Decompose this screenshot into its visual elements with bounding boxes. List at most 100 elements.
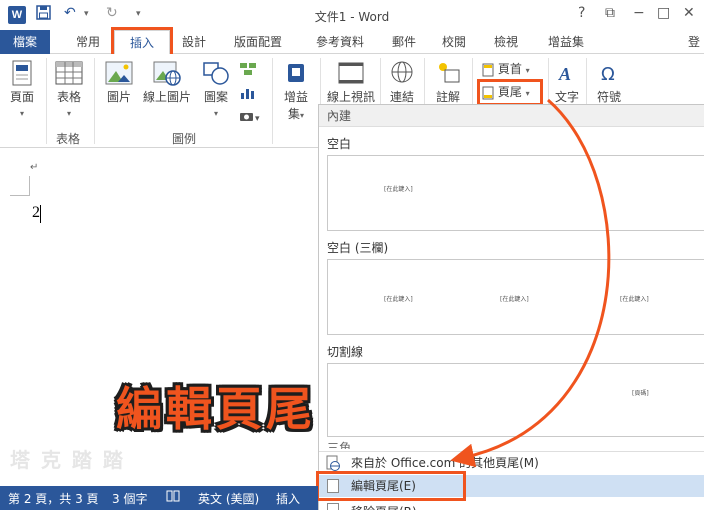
page-number-placeholder: [頁碼] (632, 390, 649, 397)
symbol-button[interactable]: Ω 符號 (592, 60, 626, 105)
tab-view[interactable]: 檢視 (484, 30, 528, 54)
textbox-label: 文字 (554, 90, 579, 104)
gallery-label-banded: 切割線 (327, 345, 364, 359)
maximize-button[interactable]: □ (657, 5, 670, 21)
chart-button[interactable] (238, 86, 258, 103)
store-icon (288, 64, 304, 82)
placeholder-text: [在此鍵入] (384, 296, 413, 303)
footer-gallery-dropdown: 內建 空白 [在此鍵入] 空白 (三欄) [在此鍵入] [在此鍵入] [在此鍵入… (318, 104, 704, 510)
smartart-icon (240, 63, 256, 75)
tab-home[interactable]: 常用 (62, 30, 114, 54)
tab-review[interactable]: 校閱 (432, 30, 476, 54)
window-title: 文件1 - Word (314, 10, 390, 24)
footer-option-blank[interactable]: [在此鍵入] (327, 155, 704, 231)
online-picture-icon (153, 61, 181, 86)
page-number-text[interactable]: 2 (32, 204, 40, 222)
svg-text:A: A (558, 64, 571, 84)
chevron-down-icon: ▾ (213, 109, 218, 118)
footer-option-banded[interactable]: [頁碼] (327, 363, 704, 437)
chevron-down-icon: ▾ (19, 109, 24, 118)
screenshot-button[interactable]: ▾ (238, 110, 264, 125)
page-label: 頁面 (9, 90, 34, 104)
online-picture-label: 線上圖片 (142, 90, 191, 104)
insert-tab-highlight (111, 27, 173, 57)
smartart-button[interactable] (238, 62, 258, 79)
word-count-status[interactable]: 3 個字 (112, 490, 147, 507)
svg-text:Ω: Ω (601, 64, 615, 85)
header-icon (482, 63, 494, 76)
chart-icon (241, 89, 254, 99)
illustrations-group-label: 圖例 (172, 132, 197, 146)
tab-addins[interactable]: 增益集 (536, 30, 596, 54)
tab-mailings[interactable]: 郵件 (382, 30, 426, 54)
page-button[interactable]: 頁面 ▾ (6, 60, 38, 119)
status-bar: 第 2 頁，共 3 頁 3 個字 英文 (美國) 插入 (0, 486, 318, 510)
tab-references[interactable]: 參考資料 (304, 30, 376, 54)
close-button[interactable]: ✕ (683, 5, 695, 21)
help-button[interactable]: ? (578, 5, 585, 21)
title-bar: W ↶ ▾ ↻ ▾ 文件1 - Word ? ⧉ − □ ✕ (0, 0, 704, 30)
gallery-label-facet: 三角 (327, 441, 352, 449)
text-cursor (40, 205, 41, 223)
footer-option-blank-three-column[interactable]: [在此鍵入] [在此鍵入] [在此鍵入] (327, 259, 704, 335)
addins-label-2: 集 (287, 107, 300, 121)
ribbon-separator (94, 58, 95, 144)
picture-button[interactable]: 圖片 (102, 60, 136, 105)
tab-design[interactable]: 設計 (170, 30, 218, 54)
placeholder-text: [在此鍵入] (500, 296, 529, 303)
ribbon-separator (46, 58, 47, 144)
addins-label: 增益 (283, 90, 308, 104)
header-button[interactable]: 頁首 ▾ (482, 60, 540, 77)
page-corner-mark (10, 176, 30, 196)
tables-group-label: 表格 (56, 132, 81, 146)
proofing-icon[interactable] (166, 490, 180, 505)
shapes-button[interactable]: 圖案 ▾ (198, 60, 234, 119)
camera-icon: ▾ (240, 113, 260, 124)
placeholder-text: [在此鍵入] (384, 186, 413, 193)
chevron-down-icon: ▾ (66, 109, 71, 118)
svg-text:▾: ▾ (255, 114, 260, 122)
symbol-label: 符號 (596, 90, 621, 104)
omega-icon: Ω (601, 64, 615, 85)
language-status[interactable]: 英文 (美國) (198, 490, 259, 507)
edit-footer-highlight (316, 471, 466, 501)
globe-doc-icon (326, 455, 340, 471)
ribbon-separator (272, 58, 273, 144)
video-icon (338, 62, 364, 84)
table-icon (55, 61, 83, 85)
paragraph-mark: ↵ (30, 162, 39, 173)
annotation-text: 編輯頁尾 (116, 382, 316, 436)
picture-label: 圖片 (106, 90, 131, 104)
builtin-header: 內建 (319, 105, 704, 127)
placeholder-text: [在此鍵入] (620, 296, 649, 303)
text-icon: A (558, 64, 571, 84)
gallery-label-blank-three-column: 空白 (三欄) (327, 241, 389, 255)
link-icon (391, 61, 413, 83)
link-label: 連結 (389, 90, 414, 104)
online-video-button[interactable]: 線上視訊 (326, 60, 376, 105)
ribbon-display-button[interactable]: ⧉ (605, 5, 615, 21)
table-button[interactable]: 表格 ▾ (52, 60, 86, 119)
footer-button-highlight (477, 79, 543, 106)
addins-button[interactable]: 增益 集▾ (280, 60, 312, 122)
tab-file[interactable]: 檔案 (0, 30, 50, 54)
table-label: 表格 (56, 90, 81, 104)
page-icon (12, 60, 32, 86)
sign-in-link[interactable]: 登 (684, 30, 704, 54)
minimize-button[interactable]: − (633, 5, 645, 21)
shapes-label: 圖案 (203, 90, 228, 104)
gallery-label-blank: 空白 (327, 137, 352, 151)
page-count-status[interactable]: 第 2 頁，共 3 頁 (8, 490, 99, 507)
textbox-button[interactable]: A 文字 (552, 60, 582, 105)
chevron-down-icon: ▾ (525, 66, 530, 75)
tab-layout[interactable]: 版面配置 (222, 30, 294, 54)
remove-footer-label: 移除頁尾(R) (351, 501, 417, 510)
header-label: 頁首 (497, 62, 522, 76)
comment-label: 註解 (435, 90, 460, 104)
insert-mode-status[interactable]: 插入 (276, 490, 300, 507)
link-button[interactable]: 連結 (384, 60, 420, 105)
more-footers-from-office[interactable]: 來自於 Office.com 的其他頁尾(M) (319, 451, 704, 473)
online-picture-button[interactable]: 線上圖片 (142, 60, 192, 105)
comment-button[interactable]: 註解 (428, 60, 468, 105)
online-video-label: 線上視訊 (326, 90, 375, 104)
